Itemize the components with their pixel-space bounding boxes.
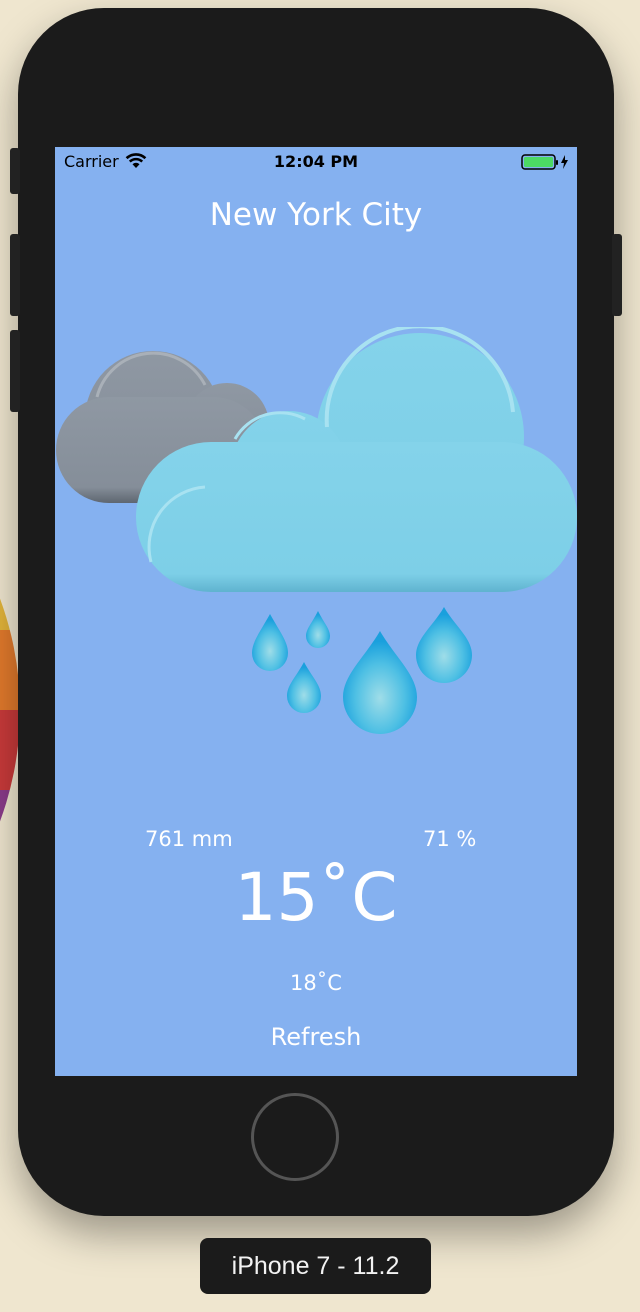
humidity-value: 71 % xyxy=(423,827,477,851)
home-button[interactable] xyxy=(251,1093,339,1181)
feels-like-temperature: 18˚C xyxy=(290,971,342,995)
city-title: New York City xyxy=(209,197,423,233)
refresh-button[interactable]: Refresh xyxy=(256,1023,376,1051)
pressure-value: 761 mm xyxy=(145,827,233,851)
blue-cloud-shape xyxy=(136,327,577,592)
status-bar: Carrier 12:04 PM xyxy=(55,147,577,175)
volume-down-button xyxy=(10,330,20,412)
rainbow-decoration xyxy=(0,390,20,1030)
rain-drops xyxy=(252,607,472,734)
silent-switch xyxy=(10,148,20,194)
simulator-device-label: iPhone 7 - 11.2 xyxy=(200,1238,431,1294)
power-button xyxy=(612,234,622,316)
app-screen: Carrier 12:04 PM New York City 761 mm 71… xyxy=(55,147,577,1076)
volume-up-button xyxy=(10,234,20,316)
battery-charging-icon xyxy=(521,153,569,175)
current-temperature: 15˚C xyxy=(234,859,398,936)
status-time: 12:04 PM xyxy=(273,152,359,171)
rain-cloud-icon xyxy=(56,327,577,734)
